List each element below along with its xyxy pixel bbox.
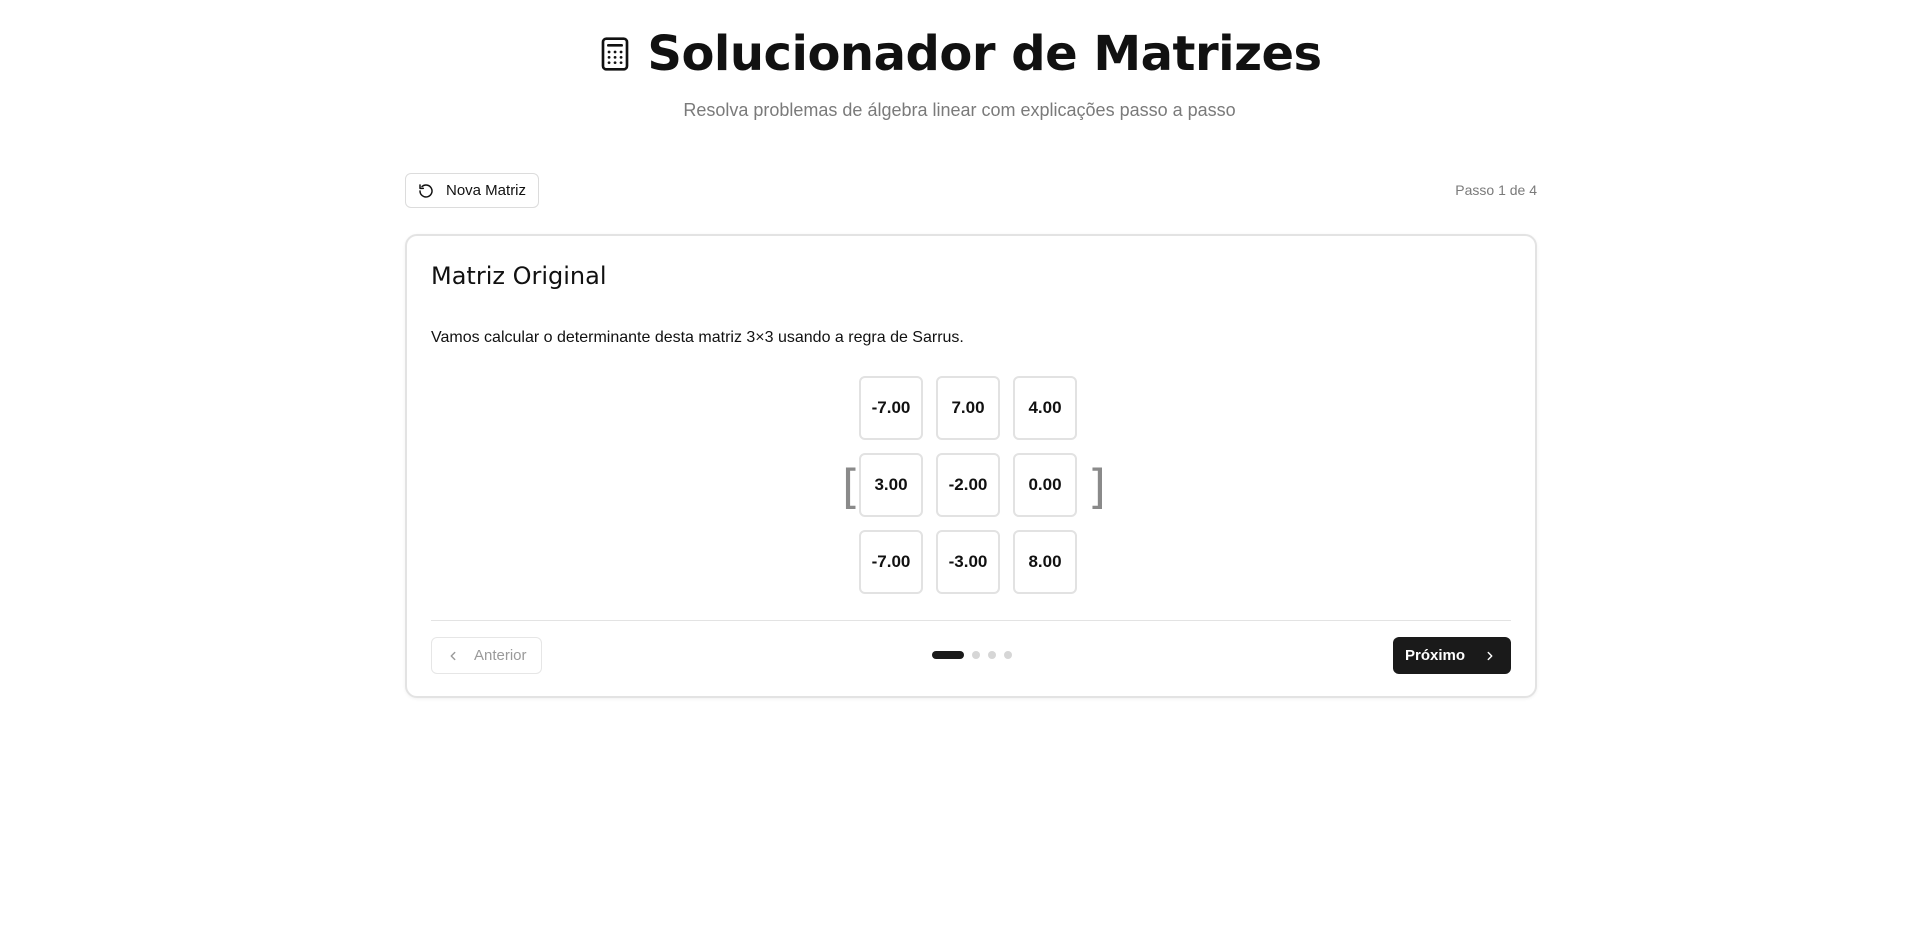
previous-label: Anterior [474, 647, 527, 664]
card-title: Matriz Original [431, 262, 607, 290]
matrix-display: [ -7.00 7.00 4.00 3.00 -2.00 0.00 -7.00 … [842, 376, 1106, 596]
step-card: Matriz Original Vamos calcular o determi… [405, 234, 1537, 698]
page: Solucionador de Matrizes Resolva problem… [0, 0, 1919, 933]
refresh-icon [418, 183, 434, 199]
card-divider [431, 620, 1511, 621]
toolbar: Nova Matriz Passo 1 de 4 [405, 173, 1537, 210]
matrix-cell: 8.00 [1013, 530, 1077, 594]
matrix-left-bracket: [ [842, 460, 860, 514]
matrix-cell: -2.00 [936, 453, 1000, 517]
header: Solucionador de Matrizes Resolva problem… [0, 22, 1919, 121]
matrix-cell: 7.00 [936, 376, 1000, 440]
step-dot[interactable] [1004, 651, 1012, 659]
step-indicator: Passo 1 de 4 [1455, 182, 1537, 198]
step-dots [932, 651, 1012, 659]
card-description: Vamos calcular o determinante desta matr… [431, 329, 964, 346]
matrix-cell: -7.00 [859, 530, 923, 594]
matrix-cell: -3.00 [936, 530, 1000, 594]
next-button[interactable]: Próximo [1392, 637, 1511, 674]
matrix-cell: 3.00 [859, 453, 923, 517]
calculator-icon [597, 36, 633, 76]
page-title: Solucionador de Matrizes [647, 26, 1322, 82]
matrix-right-bracket: ] [1088, 460, 1106, 514]
previous-button[interactable]: Anterior [431, 637, 542, 674]
matrix-cell: -7.00 [859, 376, 923, 440]
matrix-cell: 0.00 [1013, 453, 1077, 517]
chevron-right-icon [1483, 649, 1497, 663]
step-dot[interactable] [972, 651, 980, 659]
next-label: Próximo [1404, 647, 1465, 664]
step-dot[interactable] [988, 651, 996, 659]
matrix-grid: -7.00 7.00 4.00 3.00 -2.00 0.00 -7.00 -3… [859, 376, 1077, 594]
page-subtitle: Resolva problemas de álgebra linear com … [683, 100, 1236, 120]
new-matrix-button[interactable]: Nova Matriz [405, 173, 540, 208]
matrix-cell: 4.00 [1013, 376, 1077, 440]
new-matrix-label: Nova Matriz [446, 182, 527, 199]
step-dot-active[interactable] [932, 651, 964, 659]
chevron-left-icon [446, 649, 460, 663]
title-row: Solucionador de Matrizes [597, 22, 1322, 86]
